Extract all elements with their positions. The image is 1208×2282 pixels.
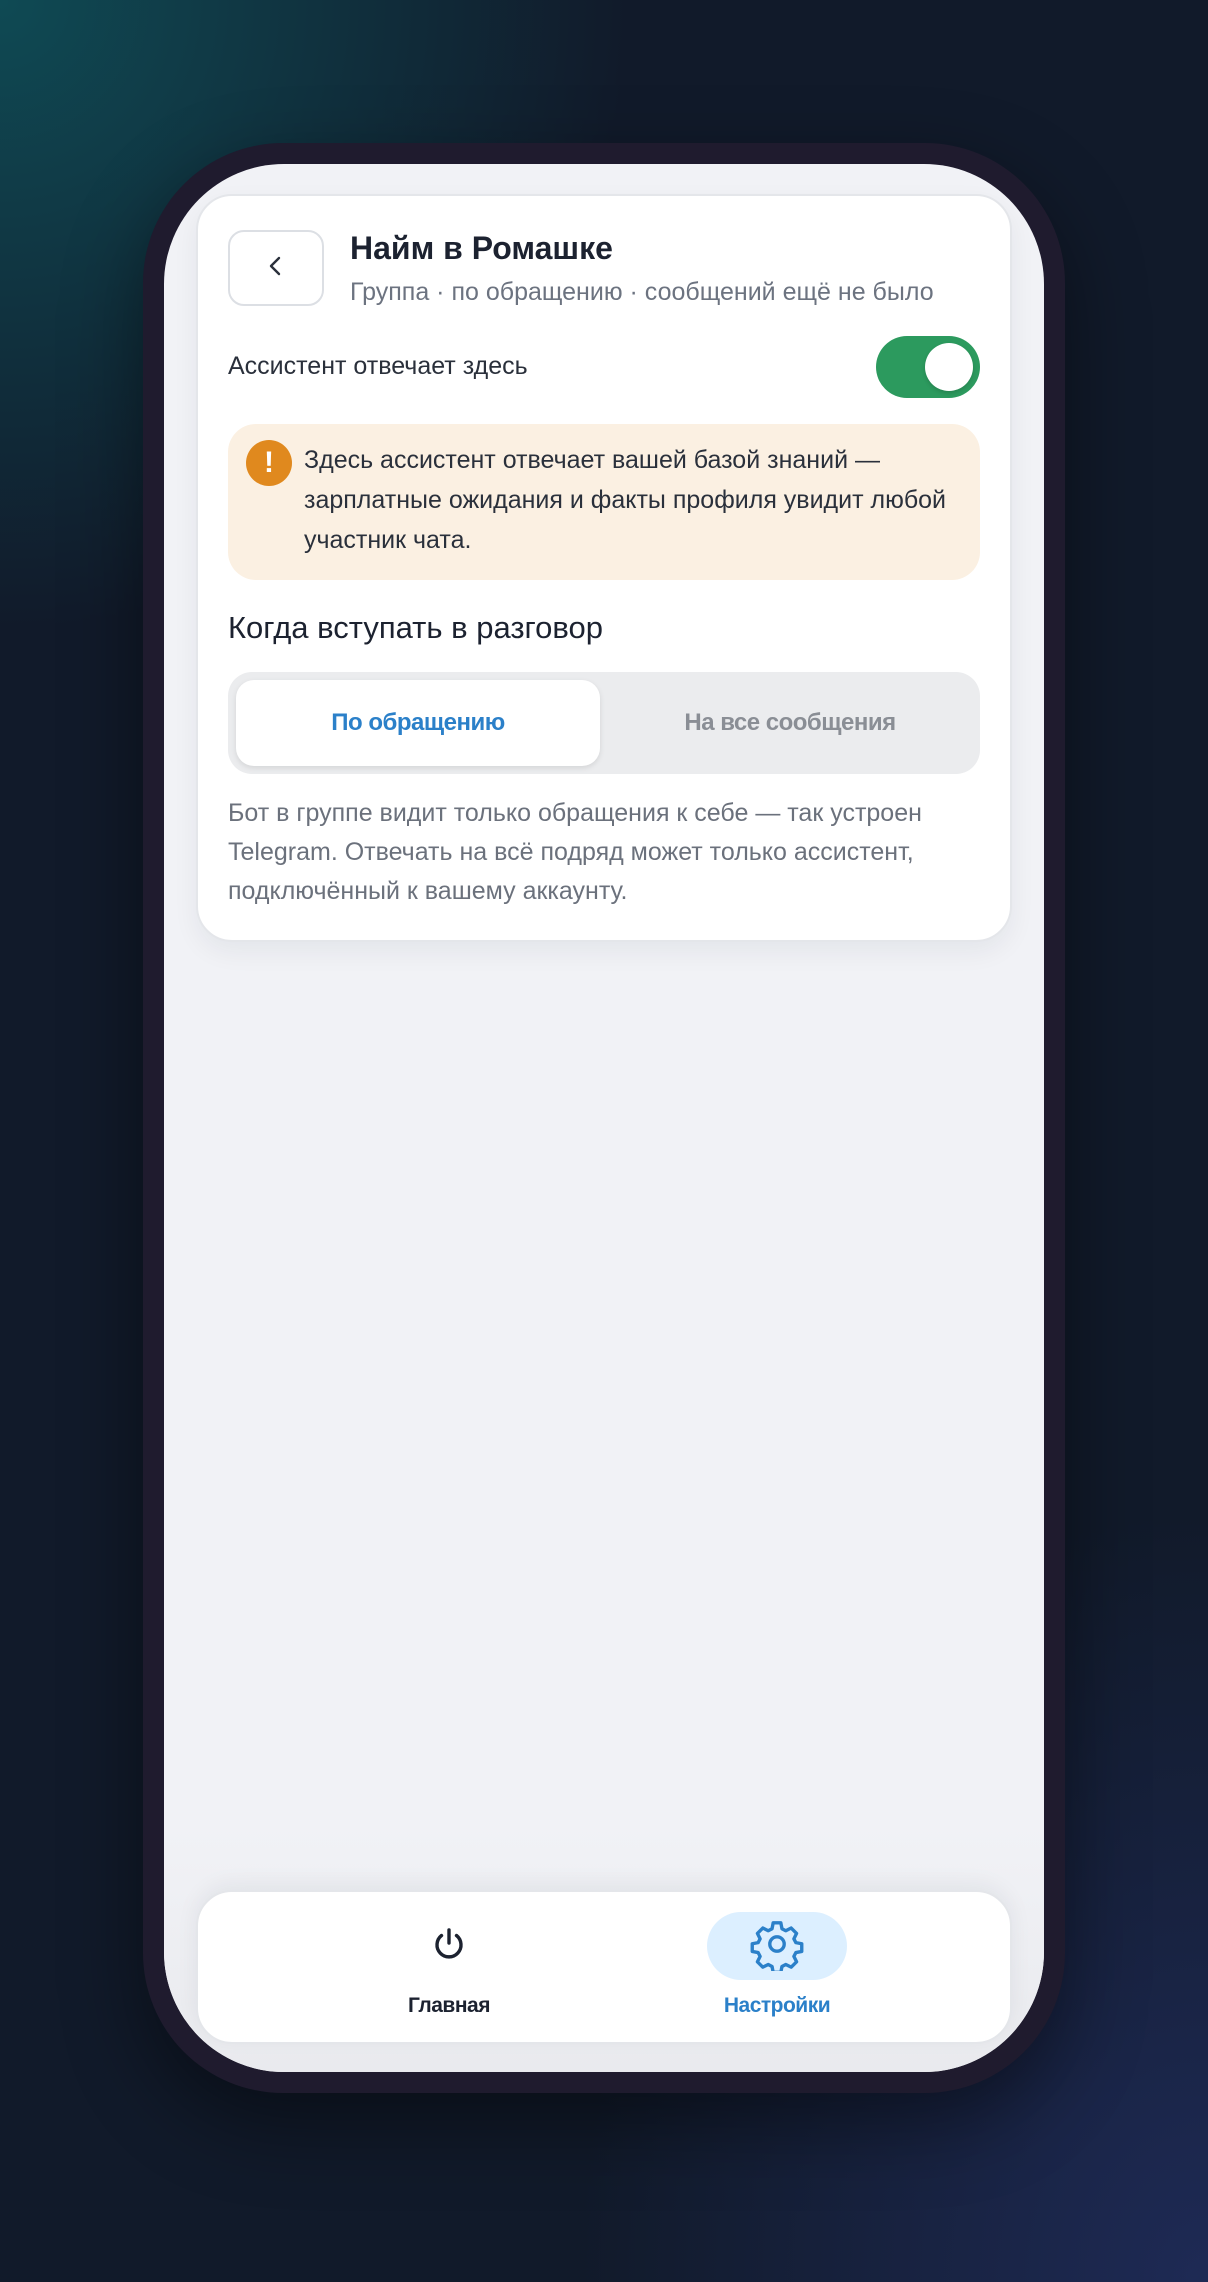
nav-label-settings: Настройки xyxy=(723,1994,831,2017)
nav-icon-container xyxy=(379,1912,519,1980)
page-subtitle: Группа · по обращению · сообщений ещё не… xyxy=(350,278,934,306)
power-icon xyxy=(428,1923,470,1970)
mode-segmented-control: По обращению На все сообщения xyxy=(228,672,980,774)
chevron-left-icon xyxy=(261,251,291,286)
nav-label-home: Главная xyxy=(408,1994,490,2017)
nav-item-settings[interactable]: Настройки xyxy=(687,1912,867,2018)
mode-section-title: Когда вступать в разговор xyxy=(228,610,604,645)
warning-banner: ! Здесь ассистент отвечает вашей базой з… xyxy=(228,424,980,580)
page-title: Найм в Ромашке xyxy=(350,230,613,266)
back-button[interactable] xyxy=(228,230,324,306)
nav-item-home[interactable]: Главная xyxy=(359,1912,539,2018)
mode-option-mention[interactable]: По обращению xyxy=(236,680,600,766)
warning-text: Здесь ассистент отвечает вашей базой зна… xyxy=(304,446,947,554)
mode-option-all-messages[interactable]: На все сообщения xyxy=(608,680,972,766)
assistant-toggle[interactable] xyxy=(876,336,980,398)
app-screen: Найм в Ромашке Группа · по обращению · с… xyxy=(164,164,1044,2072)
gear-icon xyxy=(750,1917,804,1976)
toggle-knob xyxy=(925,343,973,391)
exclamation-icon: ! xyxy=(246,440,292,486)
bottom-nav: Главная Настройки xyxy=(196,1890,1012,2044)
chat-settings-card: Найм в Ромашке Группа · по обращению · с… xyxy=(196,194,1012,942)
nav-icon-container-active xyxy=(707,1912,847,1980)
assistant-toggle-label: Ассистент отвечает здесь xyxy=(228,352,528,380)
mode-description: Бот в группе видит только обращения к се… xyxy=(228,799,922,905)
